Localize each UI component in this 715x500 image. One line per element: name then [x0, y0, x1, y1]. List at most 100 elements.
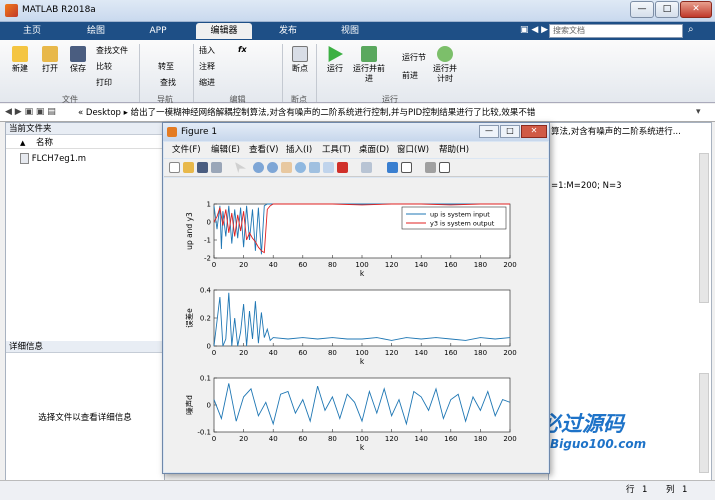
- tab-publish[interactable]: 发布: [264, 23, 312, 39]
- y-axis-label: 误差e: [184, 308, 194, 328]
- y-tick-label: 0: [207, 402, 211, 410]
- m-file-icon: [20, 153, 29, 164]
- editor-scrollbar[interactable]: [699, 153, 709, 303]
- open-button[interactable]: 打开: [36, 46, 64, 74]
- run-and-time-button[interactable]: 运行并计时: [430, 46, 460, 84]
- search-icon[interactable]: ⌕: [688, 24, 694, 35]
- current-folder-title: 当前文件夹: [6, 123, 164, 135]
- brush-icon[interactable]: [323, 162, 334, 173]
- x-tick-label: 160: [444, 349, 457, 357]
- minimize-button[interactable]: —: [630, 1, 654, 18]
- x-tick-label: 80: [328, 261, 337, 269]
- folder-icon: [42, 46, 58, 62]
- new-figure-icon[interactable]: [169, 162, 180, 173]
- run-button[interactable]: 运行: [321, 46, 349, 74]
- command-scrollbar[interactable]: [699, 373, 709, 473]
- file-item[interactable]: FLCH7eg1.m: [20, 153, 86, 164]
- comment-button[interactable]: 注释: [199, 61, 215, 72]
- zoom-in-icon[interactable]: [253, 162, 264, 173]
- x-tick-label: 40: [269, 349, 278, 357]
- x-tick-label: 140: [415, 261, 428, 269]
- goto-button[interactable]: 转至: [158, 61, 174, 72]
- menu-view[interactable]: 查看(V): [249, 142, 278, 158]
- figure-minimize-button[interactable]: —: [479, 125, 499, 138]
- indent-button[interactable]: 缩进: [199, 77, 215, 88]
- ribbon-separator: [139, 44, 140, 102]
- data-cursor-icon[interactable]: [309, 162, 320, 173]
- advance-button[interactable]: 前进: [402, 70, 418, 81]
- find-button[interactable]: 查找: [160, 77, 176, 88]
- x-tick-label: 200: [503, 261, 516, 269]
- insert-button[interactable]: 插入: [199, 45, 215, 56]
- status-col-label: 列: [666, 485, 675, 495]
- menu-file[interactable]: 文件(F): [172, 142, 201, 158]
- insert-legend-icon[interactable]: [401, 162, 412, 173]
- link-icon[interactable]: [337, 162, 348, 173]
- y-tick-label: -0.1: [197, 429, 211, 437]
- rotate-3d-icon[interactable]: [295, 162, 306, 173]
- new-button[interactable]: 新建: [6, 46, 34, 74]
- run-section-button[interactable]: 运行节: [402, 52, 426, 63]
- search-documentation-input[interactable]: 搜索文档: [549, 24, 683, 38]
- figure-maximize-button[interactable]: □: [500, 125, 520, 138]
- insert-colorbar-icon[interactable]: [387, 162, 398, 173]
- legend-label: up is system input: [430, 211, 490, 219]
- x-tick-label: 20: [239, 349, 248, 357]
- current-folder-panel: 当前文件夹 名称 ▲ FLCH7eg1.m 详细信息 选择文件以查看详细信息: [5, 122, 165, 494]
- menu-help[interactable]: 帮助(H): [439, 142, 469, 158]
- print-button[interactable]: 打印: [96, 77, 112, 88]
- figure-close-button[interactable]: ✕: [521, 125, 547, 138]
- tab-apps[interactable]: APP: [134, 23, 182, 39]
- title-bar: MATLAB R2018a — □ ✕: [0, 0, 715, 22]
- pan-hand-icon[interactable]: [281, 162, 292, 173]
- figure-window[interactable]: Figure 1 — □ ✕ 文件(F) 编辑(E) 查看(V) 插入(I) 工…: [162, 122, 550, 474]
- colorbar-icon[interactable]: [361, 162, 372, 173]
- x-axis-label: k: [360, 357, 365, 366]
- menu-edit[interactable]: 编辑(E): [211, 142, 240, 158]
- new-file-icon: [12, 46, 28, 62]
- find-files-button[interactable]: 查找文件: [96, 45, 128, 56]
- save-button[interactable]: 保存: [64, 46, 92, 74]
- x-tick-label: 180: [474, 349, 487, 357]
- x-tick-label: 160: [444, 261, 457, 269]
- run-and-advance-button[interactable]: 运行并前进: [352, 46, 386, 84]
- compare-button[interactable]: 比较: [96, 61, 112, 72]
- axes-box-2: [213, 377, 511, 433]
- x-tick-label: 200: [503, 435, 516, 443]
- hide-plot-tools-icon[interactable]: [425, 162, 436, 173]
- tab-plots[interactable]: 绘图: [72, 23, 120, 39]
- y-axis-label: 噪声d: [184, 395, 194, 415]
- open-file-icon[interactable]: [183, 162, 194, 173]
- y-axis-label: up and y3: [185, 212, 194, 250]
- back-forward-icons[interactable]: ◀ ▶ ▣ ▣ ▤: [5, 107, 56, 117]
- x-tick-label: 100: [355, 349, 368, 357]
- save-figure-icon[interactable]: [197, 162, 208, 173]
- print-figure-icon[interactable]: [211, 162, 222, 173]
- x-tick-label: 160: [444, 435, 457, 443]
- column-header-name[interactable]: 名称: [6, 137, 164, 149]
- sort-ascending-icon[interactable]: ▲: [20, 137, 25, 149]
- show-plot-tools-icon[interactable]: [439, 162, 450, 173]
- tab-view[interactable]: 视图: [326, 23, 374, 39]
- maximize-button[interactable]: □: [655, 1, 679, 18]
- editor-tab-title[interactable]: 算法,对含有噪声的二阶系统进行...: [551, 125, 681, 137]
- figure-axes-canvas: 0 20 40 60 80 100 120 140 160 180 200-2-101kup and…: [184, 201, 517, 453]
- fx-button[interactable]: fx: [238, 44, 247, 55]
- menu-desktop[interactable]: 桌面(D): [359, 142, 389, 158]
- tab-editor[interactable]: 编辑器: [196, 23, 252, 39]
- menu-tools[interactable]: 工具(T): [322, 142, 351, 158]
- tab-home[interactable]: 主页: [8, 23, 56, 39]
- close-button[interactable]: ✕: [680, 1, 712, 18]
- menu-insert[interactable]: 插入(I): [286, 142, 312, 158]
- x-tick-label: 0: [212, 349, 216, 357]
- address-dropdown-icon[interactable]: ▾: [696, 107, 701, 117]
- current-folder-address-bar[interactable]: « Desktop ▸ 给出了一模糊神经网络解耦控制算法,对含有噪声的二阶系统进…: [0, 104, 715, 122]
- breakpoint-icon: [292, 46, 308, 62]
- breakpoints-button[interactable]: 断点: [287, 46, 313, 74]
- status-col-value: 1: [682, 485, 688, 495]
- x-tick-label: 140: [415, 349, 428, 357]
- zoom-out-icon[interactable]: [267, 162, 278, 173]
- disk-icon: [70, 46, 86, 62]
- x-tick-label: 60: [298, 435, 307, 443]
- menu-window[interactable]: 窗口(W): [397, 142, 429, 158]
